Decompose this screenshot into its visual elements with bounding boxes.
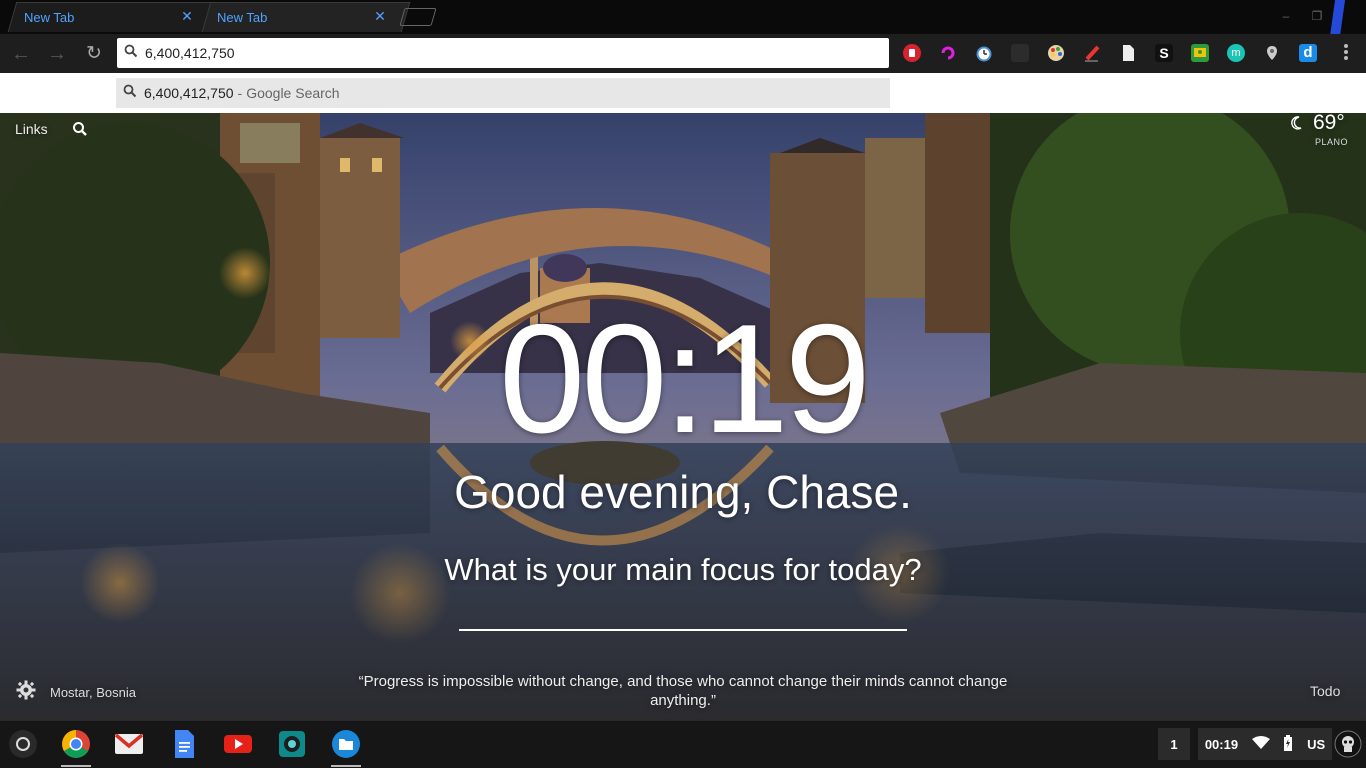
pin-extension-icon[interactable] (1263, 44, 1281, 62)
tab-1-close-icon[interactable]: ✕ (180, 9, 194, 23)
camera-icon[interactable] (277, 729, 307, 759)
tray-clock: 00:19 (1204, 736, 1239, 752)
links-button[interactable]: Links (15, 121, 48, 137)
weather-temperature[interactable]: 69° (1313, 113, 1345, 135)
maximize-icon[interactable]: ❐ (1309, 8, 1325, 24)
tab-1-title: New Tab (24, 9, 75, 25)
omnibox-suggestions: 6,400,412,750 - Google Search (0, 73, 1366, 113)
document-extension-icon[interactable] (1119, 44, 1137, 62)
keyboard-layout: US (1307, 736, 1326, 752)
reload-icon[interactable]: ↻ (82, 42, 106, 66)
dark-square-extension-icon[interactable] (1011, 44, 1029, 62)
palette-extension-icon[interactable] (1047, 44, 1065, 62)
d-extension-icon[interactable]: d (1299, 44, 1317, 62)
new-tab-button[interactable] (399, 8, 437, 26)
tab-strip: New Tab ✕ New Tab ✕ – ❐ (0, 0, 1366, 72)
chrome-icon[interactable] (61, 729, 91, 759)
workspace-count: 1 (1170, 736, 1178, 752)
tab-2-title: New Tab (217, 9, 268, 25)
pen-extension-icon[interactable] (1083, 44, 1101, 62)
focus-underline (459, 629, 907, 631)
stop-extension-icon[interactable] (903, 44, 921, 62)
suggestion-query: 6,400,412,750 (144, 85, 234, 101)
launcher-button[interactable] (9, 730, 37, 758)
clock: 00:19 (499, 292, 871, 465)
focus-input[interactable] (459, 601, 907, 629)
docs-icon[interactable] (169, 729, 199, 759)
weather-city: PLANO (1315, 137, 1349, 147)
focus-question: What is your main focus for today? (444, 552, 922, 587)
gmail-icon[interactable] (114, 729, 144, 759)
files-running-indicator (331, 765, 361, 767)
omnibox[interactable] (117, 38, 889, 68)
s-extension-icon[interactable]: S (1155, 44, 1173, 62)
tab-1-label-wrap: New Tab (24, 2, 74, 32)
clock-extension-icon[interactable] (975, 44, 993, 62)
greeting: Good evening, Chase. (454, 466, 912, 518)
address-input[interactable] (145, 45, 865, 61)
search-icon (116, 84, 144, 103)
chrome-menu-icon[interactable] (1340, 42, 1352, 66)
tab-2-close-icon[interactable]: ✕ (373, 9, 387, 23)
browser-toolbar: ← → ↻ S m (0, 34, 1366, 73)
momentum-background: Links 69° PLANO 00:19 Good evening, Chas… (0, 113, 1366, 721)
mint-m-extension-icon[interactable]: m (1227, 44, 1245, 62)
wifi-icon (1251, 735, 1270, 753)
status-tray[interactable]: 00:19 US (1198, 728, 1332, 760)
files-icon[interactable] (331, 729, 361, 759)
workspace-counter[interactable]: 1 (1158, 728, 1190, 760)
tab-2-label-wrap: New Tab (217, 2, 267, 32)
shelf: 1 00:19 US (0, 721, 1366, 768)
back-arrow-icon[interactable]: ← (9, 42, 33, 66)
suggestion-separator: - (237, 85, 243, 101)
user-avatar[interactable] (1334, 730, 1362, 758)
search-icon (117, 44, 145, 63)
battery-icon (1283, 734, 1293, 754)
daily-quote: “Progress is impossible without change, … (358, 673, 1008, 709)
suggestion-row[interactable]: 6,400,412,750 - Google Search (116, 78, 890, 108)
photo-location[interactable]: Mostar, Bosnia (50, 685, 136, 700)
classroom-extension-icon[interactable] (1191, 44, 1209, 62)
chromeos-screen: New Tab ✕ New Tab ✕ – ❐ ← → ↻ 6,400,412,… (0, 0, 1366, 768)
suggestion-engine: Google Search (246, 85, 340, 101)
youtube-icon[interactable] (223, 729, 253, 759)
todo-button[interactable]: Todo (1310, 683, 1340, 699)
chrome-running-indicator (61, 765, 91, 767)
rotating-arrow-extension-icon[interactable] (939, 44, 957, 62)
minimize-icon[interactable]: – (1278, 8, 1294, 24)
forward-arrow-icon[interactable]: → (45, 42, 69, 66)
